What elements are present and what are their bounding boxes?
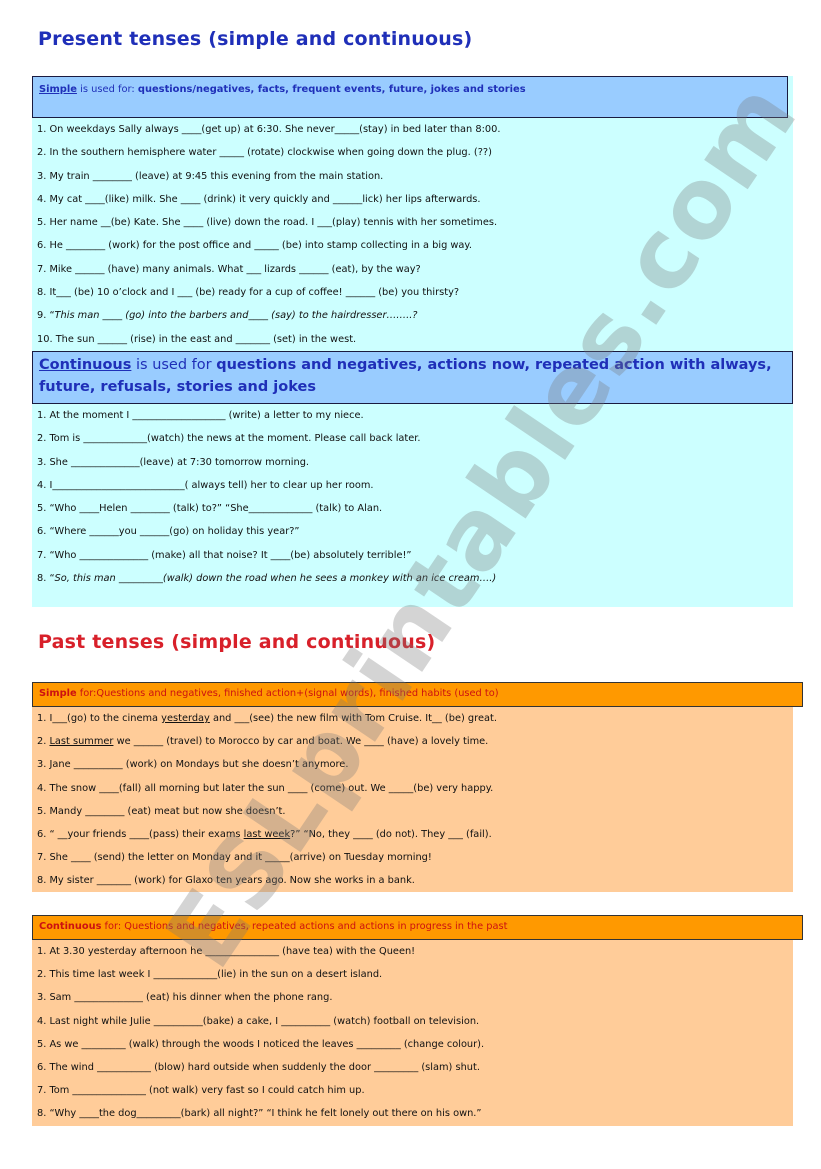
item-text-italic: This man ____ (go) into the barbers and_… [54,310,418,322]
exercise-item: 8. My sister _______ (work) for Glaxo te… [37,869,793,892]
past-simple-header: Simple for:Questions and negatives, fini… [32,682,803,707]
exercise-item: 4. The snow ____(fall) all morning but l… [37,777,793,800]
item-text: 6. “ __your friends ____(pass) their exa… [37,829,244,841]
item-text: 8. My sister _______ (work) for Glaxo te… [37,875,415,887]
exercise-item: 5. “Who ____Helen ________ (talk) to?” “… [37,503,383,515]
past-simple-uses: for:Questions and negatives, finished ac… [76,688,499,699]
exercise-item: 3. She ______________(leave) at 7:30 tom… [37,456,310,468]
exercise-item: 9. “This man ____ (go) into the barbers … [37,304,793,327]
past-continuous-key: Continuous [39,921,102,932]
signal-word: Last summer [49,736,114,748]
exercise-item: 8. It___ (be) 10 o’clock and I ___ (be) … [37,287,460,299]
exercise-item: 7. She ____ (send) the letter on Monday … [37,846,793,869]
exercise-item: 6. The wind ___________ (blow) hard outs… [37,1062,480,1074]
exercise-item: 3. My train ________ (leave) at 9:45 thi… [37,170,384,182]
exercise-item: 2. Tom is _____________(watch) the news … [37,433,421,445]
exercise-item: 7. “Who ______________ (make) all that n… [37,549,412,561]
past-simple-exercise-list: 1. I___(go) to the cinema yesterday and … [32,707,793,893]
present-continuous-header: Continuous is used for questions and neg… [32,350,793,404]
item-text: 5. Mandy ________ (eat) meat but now she… [37,805,286,817]
item-number: 8. “ [37,573,55,585]
exercise-item: 6. “ __your friends ____(pass) their exa… [37,823,793,846]
item-text: and ___(see) the new film with Tom Cruis… [209,713,497,724]
exercise-item: 3. Sam ______________ (eat) his dinner w… [37,992,333,1004]
item-text-italic: So, this man _________(walk) down the ro… [54,573,497,585]
exercise-item: 4. My cat ____(like) milk. She ____ (dri… [37,193,481,205]
exercise-item: 3. Jane __________ (work) on Mondays but… [37,753,793,776]
signal-word: yesterday [161,713,210,724]
present-simple-key: Simple [39,84,77,95]
past-continuous-uses: for: Questions and negatives, repeated a… [101,921,508,932]
exercise-item: 8. “Why ____the dog_________(bark) all n… [37,1108,482,1120]
exercise-item: 5. Mandy ________ (eat) meat but now she… [37,800,793,823]
past-simple-key: Simple [39,688,77,699]
item-text: 3. Jane __________ (work) on Mondays but… [37,759,349,771]
present-simple-header: Simple is used for: questions/negatives,… [32,76,788,118]
exercise-item: 2. In the southern hemisphere water ____… [37,147,492,159]
present-simple-exercise-list: 1. On weekdays Sally always ____(get up)… [32,118,793,351]
past-continuous-exercise-list: 1. At 3.30 yesterday afternoon he ______… [32,940,793,1126]
exercise-item: 6. He ________ (work) for the post offic… [37,240,472,252]
present-tenses-box: Simple is used for: questions/negatives,… [32,76,793,607]
exercise-item: 4. Last night while Julie __________(bak… [37,1015,480,1027]
past-tenses-title: Past tenses (simple and continuous) [38,631,436,653]
exercise-item: 4. I___________________________( always … [37,479,374,491]
exercise-item: 10. The sun ______ (rise) in the east an… [37,333,357,345]
present-continuous-exercise-list: 1. At the moment I ___________________ (… [32,404,793,590]
exercise-item: 1. On weekdays Sally always ____(get up)… [37,124,501,135]
signal-word: last week [243,829,291,841]
item-text: 4. The snow ____(fall) all morning but l… [37,782,494,794]
item-number: 9. “ [37,310,55,322]
present-continuous-lead: is used for [131,356,217,373]
present-continuous-key: Continuous [39,356,132,373]
exercise-item: 1. At 3.30 yesterday afternoon he ______… [37,946,416,957]
exercise-item: 7. Mike ______ (have) many animals. What… [37,263,421,275]
past-continuous-header: Continuous for: Questions and negatives,… [32,915,803,940]
item-text: 7. She ____ (send) the letter on Monday … [37,852,432,864]
exercise-item: 7. Tom _______________ (not walk) very f… [37,1085,365,1097]
item-text: 1. I___(go) to the cinema [37,713,162,724]
exercise-item: 1. I___(go) to the cinema yesterday and … [37,707,793,730]
exercise-item: 2. Last summer we ______ (travel) to Mor… [37,730,793,753]
present-simple-lead: is used for: [76,84,138,95]
exercise-item: 5. Her name __(be) Kate. She ____ (live)… [37,217,498,229]
present-tenses-title: Present tenses (simple and continuous) [38,28,473,50]
item-text: we ______ (travel) to Morocco by car and… [113,736,489,748]
exercise-item: 5. As we _________ (walk) through the wo… [37,1038,485,1050]
item-text: 2. [37,736,50,748]
exercise-item: 6. “Where ______you ______(go) on holida… [37,526,300,538]
worksheet-page: Present tenses (simple and continuous) S… [0,0,821,1169]
past-continuous-box: Continuous for: Questions and negatives,… [32,915,803,1126]
exercise-item: 8. “So, this man _________(walk) down th… [37,567,793,590]
exercise-item: 1. At the moment I ___________________ (… [37,409,364,421]
exercise-item: 2. This time last week I _____________(l… [37,969,383,981]
present-simple-uses: questions/negatives, facts, frequent eve… [137,84,526,95]
past-simple-box: Simple for:Questions and negatives, fini… [32,682,803,893]
item-text: ?” “No, they ____ (do not). They ___ (fa… [290,829,492,841]
